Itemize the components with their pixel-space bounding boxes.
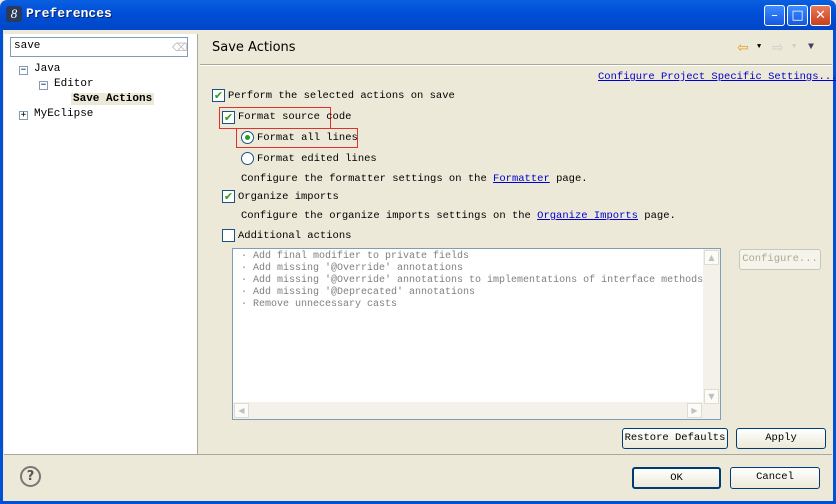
hint-text: Configure the organize imports settings …	[241, 210, 538, 222]
window-title: Preferences	[26, 6, 112, 21]
filter-input[interactable]: save	[10, 37, 188, 57]
format-source-label: Format source code	[238, 111, 352, 123]
view-menu-icon[interactable]: ▼	[808, 42, 814, 53]
additional-actions-checkbox[interactable]	[222, 229, 235, 242]
page-title: Save Actions	[212, 40, 296, 55]
horizontal-scrollbar[interactable]	[233, 402, 703, 419]
title-bar[interactable]	[0, 0, 836, 30]
tree-item-myeclipse[interactable]: MyEclipse	[34, 108, 93, 120]
scroll-right-icon[interactable]: ▶	[687, 403, 702, 418]
format-all-lines-radio[interactable]	[241, 131, 254, 144]
forward-dropdown-icon: ▼	[792, 43, 797, 51]
scroll-up-icon[interactable]: ▲	[704, 250, 719, 265]
collapse-icon[interactable]: −	[39, 81, 48, 90]
list-item: · Add missing '@Override' annotations	[241, 263, 464, 274]
perform-actions-checkbox[interactable]: ✔	[212, 89, 225, 102]
configure-button[interactable]: Configure...	[739, 249, 821, 270]
back-arrow-icon[interactable]: ⇦	[737, 40, 749, 56]
configure-project-settings-link[interactable]: Configure Project Specific Settings...	[598, 71, 836, 83]
footer-divider	[4, 454, 832, 455]
format-edited-lines-radio[interactable]	[241, 152, 254, 165]
format-source-checkbox[interactable]: ✔	[222, 111, 235, 124]
header-divider	[200, 64, 832, 66]
tree-item-editor[interactable]: Editor	[54, 78, 94, 90]
expand-icon[interactable]: +	[19, 111, 28, 120]
forward-arrow-icon: ⇨	[772, 40, 784, 56]
list-item: · Remove unnecessary casts	[241, 299, 398, 310]
scroll-down-icon[interactable]: ▼	[704, 389, 719, 404]
organize-imports-label: Organize imports	[238, 191, 339, 203]
minimize-button[interactable]: –	[764, 5, 785, 26]
format-all-lines-label: Format all lines	[257, 132, 358, 144]
format-edited-lines-label: Format edited lines	[257, 153, 377, 165]
maximize-button[interactable]: □	[787, 5, 808, 26]
back-dropdown-icon[interactable]: ▼	[757, 43, 761, 51]
clear-filter-icon[interactable]: ⌫	[172, 41, 188, 55]
eclipse-app-icon: 8	[6, 6, 22, 22]
ok-button[interactable]: OK	[632, 467, 721, 489]
scroll-left-icon[interactable]: ◀	[234, 403, 249, 418]
perform-actions-label: Perform the selected actions on save	[228, 90, 455, 102]
list-item: · Add missing '@Deprecated' annotations	[241, 287, 476, 298]
hint-text: page.	[549, 173, 588, 185]
apply-button[interactable]: Apply	[736, 428, 826, 449]
hint-text: Configure the formatter settings on the	[241, 173, 494, 185]
organize-hint: Configure the organize imports settings …	[241, 210, 676, 222]
help-icon[interactable]: ?	[20, 466, 41, 487]
tree-item-save-actions[interactable]: Save Actions	[71, 93, 155, 105]
hint-text: page.	[637, 210, 676, 222]
restore-defaults-button[interactable]: Restore Defaults	[622, 428, 728, 449]
collapse-icon[interactable]: −	[19, 66, 28, 75]
list-item: · Add final modifier to private fields	[241, 251, 470, 262]
formatter-hint: Configure the formatter settings on the …	[241, 173, 588, 185]
tree-item-java[interactable]: Java	[34, 63, 60, 75]
cancel-button[interactable]: Cancel	[730, 467, 820, 489]
formatter-link[interactable]: Formatter	[493, 173, 550, 185]
organize-imports-checkbox[interactable]: ✔	[222, 190, 235, 203]
additional-actions-list[interactable]: · Add final modifier to private fields ·…	[232, 248, 721, 420]
organize-imports-link[interactable]: Organize Imports	[537, 210, 638, 222]
close-button[interactable]: ✕	[810, 5, 831, 26]
list-item: · Add missing '@Override' annotations to…	[241, 275, 704, 286]
additional-actions-label: Additional actions	[238, 230, 352, 242]
